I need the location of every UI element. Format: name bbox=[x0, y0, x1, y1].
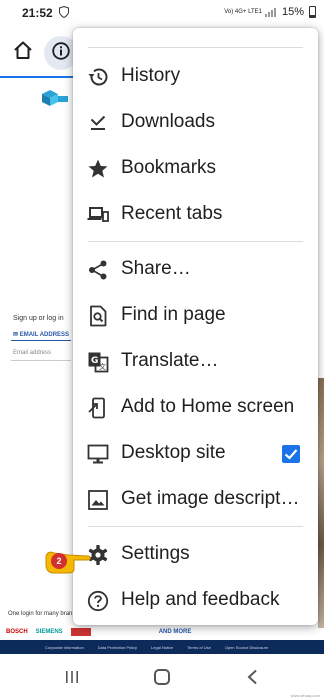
menu-item-label: Share… bbox=[121, 258, 191, 279]
desktop-icon bbox=[87, 444, 109, 464]
devices-icon bbox=[87, 207, 109, 222]
page-footer: Corporate information Data Protection Po… bbox=[0, 640, 324, 654]
home-icon[interactable] bbox=[13, 40, 33, 60]
nav-home-icon[interactable] bbox=[154, 669, 170, 685]
brand-bosch: BOSCH bbox=[6, 629, 28, 635]
menu-item-help[interactable]: Help and feedback bbox=[73, 579, 318, 623]
status-indicators: Vo) 4G+ LTE1 15% bbox=[224, 6, 316, 18]
share-icon bbox=[89, 260, 107, 280]
tab-underline bbox=[11, 340, 71, 341]
svg-text:G: G bbox=[91, 356, 98, 366]
menu-item-find-in-page[interactable]: Find in page bbox=[73, 294, 318, 338]
brand-and-more: AND MORE bbox=[158, 629, 192, 635]
step-badge: 2 bbox=[51, 553, 67, 569]
status-time: 21:52 bbox=[22, 6, 53, 20]
network-label: Vo) 4G+ LTE1 bbox=[224, 9, 262, 15]
menu-item-label: Translate… bbox=[121, 350, 219, 371]
brand-siemens: SIEMENS bbox=[35, 629, 63, 635]
menu-item-history[interactable]: History bbox=[73, 55, 318, 99]
footer-link[interactable]: Corporate information bbox=[45, 645, 84, 650]
signal-icon bbox=[264, 7, 279, 17]
back-icon[interactable] bbox=[246, 669, 260, 685]
download-icon bbox=[90, 115, 106, 130]
info-icon[interactable] bbox=[52, 42, 70, 60]
system-nav-bar bbox=[0, 654, 324, 700]
overflow-menu: History Downloads Bookmarks Recent tabs … bbox=[73, 28, 318, 625]
watermark: www.deuaq.com bbox=[290, 693, 320, 698]
email-input[interactable]: Email address bbox=[13, 350, 51, 356]
footer-link[interactable]: Terms of Use bbox=[187, 645, 211, 650]
menu-item-add-to-home[interactable]: Add to Home screen bbox=[73, 386, 318, 430]
menu-item-desktop-site[interactable]: Desktop site bbox=[73, 432, 318, 476]
menu-item-label: Desktop site bbox=[121, 442, 226, 463]
menu-item-share[interactable]: Share… bbox=[73, 248, 318, 292]
site-logo bbox=[42, 90, 68, 106]
check-icon bbox=[284, 449, 298, 460]
brand-logo bbox=[70, 628, 91, 636]
svg-text:文: 文 bbox=[99, 362, 106, 371]
shield-icon bbox=[59, 6, 69, 18]
history-icon bbox=[88, 68, 108, 86]
menu-item-bookmarks[interactable]: Bookmarks bbox=[73, 147, 318, 191]
battery-percent: 15% bbox=[281, 6, 304, 18]
menu-item-translate[interactable]: G文 Translate… bbox=[73, 340, 318, 384]
menu-item-recent-tabs[interactable]: Recent tabs bbox=[73, 193, 318, 237]
add-to-home-icon bbox=[88, 397, 105, 419]
menu-item-image-description[interactable]: Get image descript… bbox=[73, 478, 318, 522]
menu-item-label: Recent tabs bbox=[121, 203, 223, 224]
email-input-underline bbox=[11, 360, 71, 361]
menu-item-label: Find in page bbox=[121, 304, 226, 325]
image-icon bbox=[88, 490, 108, 510]
menu-item-label: Bookmarks bbox=[121, 157, 217, 178]
status-bar: 21:52 Vo) 4G+ LTE1 15% bbox=[0, 0, 324, 26]
menu-divider bbox=[88, 526, 303, 527]
translate-icon: G文 bbox=[88, 352, 109, 373]
star-icon bbox=[88, 159, 108, 178]
recent-apps-icon[interactable] bbox=[64, 670, 80, 684]
menu-item-downloads[interactable]: Downloads bbox=[73, 101, 318, 145]
footer-link[interactable]: Open Source Disclosure bbox=[225, 645, 268, 650]
menu-item-label: Downloads bbox=[121, 111, 215, 132]
menu-item-settings[interactable]: Settings bbox=[73, 533, 318, 577]
find-in-page-icon bbox=[90, 305, 107, 327]
menu-divider bbox=[88, 241, 303, 242]
menu-item-label: Get image descript… bbox=[121, 488, 300, 509]
menu-item-label: Add to Home screen bbox=[121, 396, 295, 417]
desktop-site-checkbox[interactable] bbox=[282, 445, 300, 463]
footer-link[interactable]: Data Protection Policy bbox=[98, 645, 137, 650]
help-icon bbox=[87, 590, 109, 612]
signup-text: Sign up or log in bbox=[13, 315, 64, 322]
email-address-tab[interactable]: ✉ EMAIL ADDRESS bbox=[13, 331, 69, 338]
menu-divider bbox=[88, 47, 303, 48]
footer-link[interactable]: Legal Notice bbox=[151, 645, 173, 650]
battery-icon bbox=[309, 6, 316, 18]
one-login-text: One login for many bran bbox=[8, 611, 73, 617]
menu-item-label: Settings bbox=[121, 543, 190, 564]
brand-logos: BOSCH SIEMENS AND MORE bbox=[6, 624, 191, 640]
menu-item-label: History bbox=[121, 65, 181, 86]
menu-item-label: Help and feedback bbox=[121, 589, 280, 610]
background-photo bbox=[318, 378, 324, 628]
